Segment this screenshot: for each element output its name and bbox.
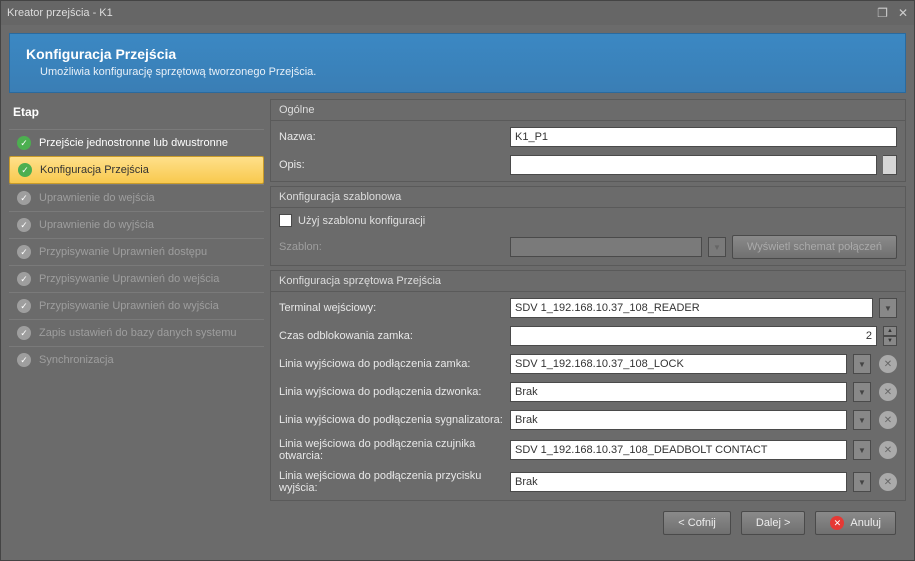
desc-label: Opis: xyxy=(279,159,504,171)
spinner-down-icon[interactable]: ▼ xyxy=(883,336,897,346)
wizard-step: ✓ Przypisywanie Uprawnień do wejścia xyxy=(9,265,264,292)
close-icon[interactable]: ✕ xyxy=(898,6,908,20)
bell-line-dropdown-icon[interactable]: ▼ xyxy=(853,382,871,402)
check-icon: ✓ xyxy=(17,245,31,259)
group-hardware: Konfiguracja sprzętowa Przejścia Termina… xyxy=(270,270,906,501)
signal-line-clear-icon[interactable]: ✕ xyxy=(879,411,897,429)
bell-line-select[interactable] xyxy=(510,382,847,402)
wizard-step: ✓ Zapis ustawień do bazy danych systemu xyxy=(9,319,264,346)
footer: < Cofnij Dalej > ✕ Anuluj xyxy=(270,505,906,541)
wizard-step: ✓ Przypisywanie Uprawnień do wyjścia xyxy=(9,292,264,319)
group-general: Ogólne Nazwa: Opis: xyxy=(270,99,906,182)
check-icon: ✓ xyxy=(17,353,31,367)
wizard-step[interactable]: ✓ Konfiguracja Przejścia xyxy=(9,156,264,184)
terminal-select[interactable] xyxy=(510,298,873,318)
signal-line-select[interactable] xyxy=(510,410,847,430)
use-template-checkbox[interactable] xyxy=(279,214,292,227)
exit-button-line-clear-icon[interactable]: ✕ xyxy=(879,473,897,491)
unlock-time-spinner[interactable]: ▲ ▼ xyxy=(883,326,897,346)
main-panel: Ogólne Nazwa: Opis: xyxy=(270,99,906,552)
wizard-step-label: Uprawnienie do wejścia xyxy=(39,192,155,204)
name-label: Nazwa: xyxy=(279,131,504,143)
wizard-step: ✓ Uprawnienie do wejścia xyxy=(9,184,264,211)
signal-line-dropdown-icon[interactable]: ▼ xyxy=(853,410,871,430)
group-template: Konfiguracja szablonowa Użyj szablonu ko… xyxy=(270,186,906,266)
check-icon: ✓ xyxy=(17,272,31,286)
lock-line-clear-icon[interactable]: ✕ xyxy=(879,355,897,373)
body: Etap ✓ Przejście jednostronne lub dwustro… xyxy=(9,99,906,552)
exit-button-line-dropdown-icon[interactable]: ▼ xyxy=(853,472,871,492)
check-icon: ✓ xyxy=(18,163,32,177)
name-input[interactable] xyxy=(510,127,897,147)
sensor-line-clear-icon[interactable]: ✕ xyxy=(879,441,897,459)
bell-line-clear-icon[interactable]: ✕ xyxy=(879,383,897,401)
banner-subtitle: Umożliwia konfigurację sprzętową tworzon… xyxy=(26,66,889,78)
wizard-step-label: Uprawnienie do wyjścia xyxy=(39,219,154,231)
sensor-line-select[interactable] xyxy=(510,440,847,460)
check-icon: ✓ xyxy=(17,191,31,205)
exit-button-line-select[interactable] xyxy=(510,472,847,492)
wizard-step: ✓ Uprawnienie do wyjścia xyxy=(9,211,264,238)
wizard-step-label: Konfiguracja Przejścia xyxy=(40,164,149,176)
check-icon: ✓ xyxy=(17,299,31,313)
next-button[interactable]: Dalej > xyxy=(741,511,806,535)
back-button[interactable]: < Cofnij xyxy=(663,511,731,535)
terminal-dropdown-icon[interactable]: ▼ xyxy=(879,298,897,318)
sensor-line-dropdown-icon[interactable]: ▼ xyxy=(853,440,871,460)
wizard-step-label: Synchronizacja xyxy=(39,354,114,366)
wizard-step-label: Przypisywanie Uprawnień do wyjścia xyxy=(39,300,219,312)
wizard-step: ✓ Przypisywanie Uprawnień dostępu xyxy=(9,238,264,265)
spinner-up-icon[interactable]: ▲ xyxy=(883,326,897,336)
window-title: Kreator przejścia - K1 xyxy=(7,7,877,19)
wizard-window: Kreator przejścia - K1 ❐ ✕ Konfiguracja … xyxy=(0,0,915,561)
wizard-step-label: Przejście jednostronne lub dwustronne xyxy=(39,137,228,149)
titlebar: Kreator przejścia - K1 ❐ ✕ xyxy=(1,1,914,25)
group-general-header: Ogólne xyxy=(271,100,905,121)
check-icon: ✓ xyxy=(17,326,31,340)
content-area: Konfiguracja Przejścia Umożliwia konfigu… xyxy=(1,25,914,560)
check-icon: ✓ xyxy=(17,218,31,232)
banner: Konfiguracja Przejścia Umożliwia konfigu… xyxy=(9,33,906,93)
wizard-step[interactable]: ✓ Przejście jednostronne lub dwustronne xyxy=(9,129,264,156)
bell-line-label: Linia wyjściowa do podłączenia dzwonka: xyxy=(279,386,504,398)
lock-line-select[interactable] xyxy=(510,354,847,374)
cancel-icon: ✕ xyxy=(830,516,844,530)
terminal-label: Terminal wejściowy: xyxy=(279,302,504,314)
lock-line-label: Linia wyjściowa do podłączenia zamka: xyxy=(279,358,504,370)
signal-line-label: Linia wyjściowa do podłączenia sygnaliza… xyxy=(279,414,504,426)
desc-input[interactable] xyxy=(510,155,877,175)
unlock-time-label: Czas odblokowania zamka: xyxy=(279,330,504,342)
wizard-step-label: Przypisywanie Uprawnień dostępu xyxy=(39,246,207,258)
sidebar-title: Etap xyxy=(9,99,264,129)
sidebar: Etap ✓ Przejście jednostronne lub dwustro… xyxy=(9,99,264,552)
restore-icon[interactable]: ❐ xyxy=(877,6,888,20)
sensor-line-label: Linia wejściowa do podłączenia czujnika … xyxy=(279,438,504,462)
cancel-button[interactable]: ✕ Anuluj xyxy=(815,511,896,535)
template-select xyxy=(510,237,702,257)
desc-expand-icon[interactable] xyxy=(883,155,897,175)
exit-button-line-label: Linia wejściowa do podłączenia przycisku… xyxy=(279,470,504,494)
unlock-time-input[interactable] xyxy=(510,326,877,346)
group-hardware-header: Konfiguracja sprzętowa Przejścia xyxy=(271,271,905,292)
titlebar-controls: ❐ ✕ xyxy=(877,6,908,20)
template-dropdown-icon: ▼ xyxy=(708,237,726,257)
wizard-step-label: Zapis ustawień do bazy danych systemu xyxy=(39,327,237,339)
use-template-label: Użyj szablonu konfiguracji xyxy=(298,215,425,227)
wizard-step-label: Przypisywanie Uprawnień do wejścia xyxy=(39,273,219,285)
show-schema-button: Wyświetl schemat połączeń xyxy=(732,235,897,259)
banner-title: Konfiguracja Przejścia xyxy=(26,46,889,62)
check-icon: ✓ xyxy=(17,136,31,150)
cancel-button-label: Anuluj xyxy=(850,517,881,529)
group-template-header: Konfiguracja szablonowa xyxy=(271,187,905,208)
template-label: Szablon: xyxy=(279,241,504,253)
lock-line-dropdown-icon[interactable]: ▼ xyxy=(853,354,871,374)
wizard-step: ✓ Synchronizacja xyxy=(9,346,264,373)
